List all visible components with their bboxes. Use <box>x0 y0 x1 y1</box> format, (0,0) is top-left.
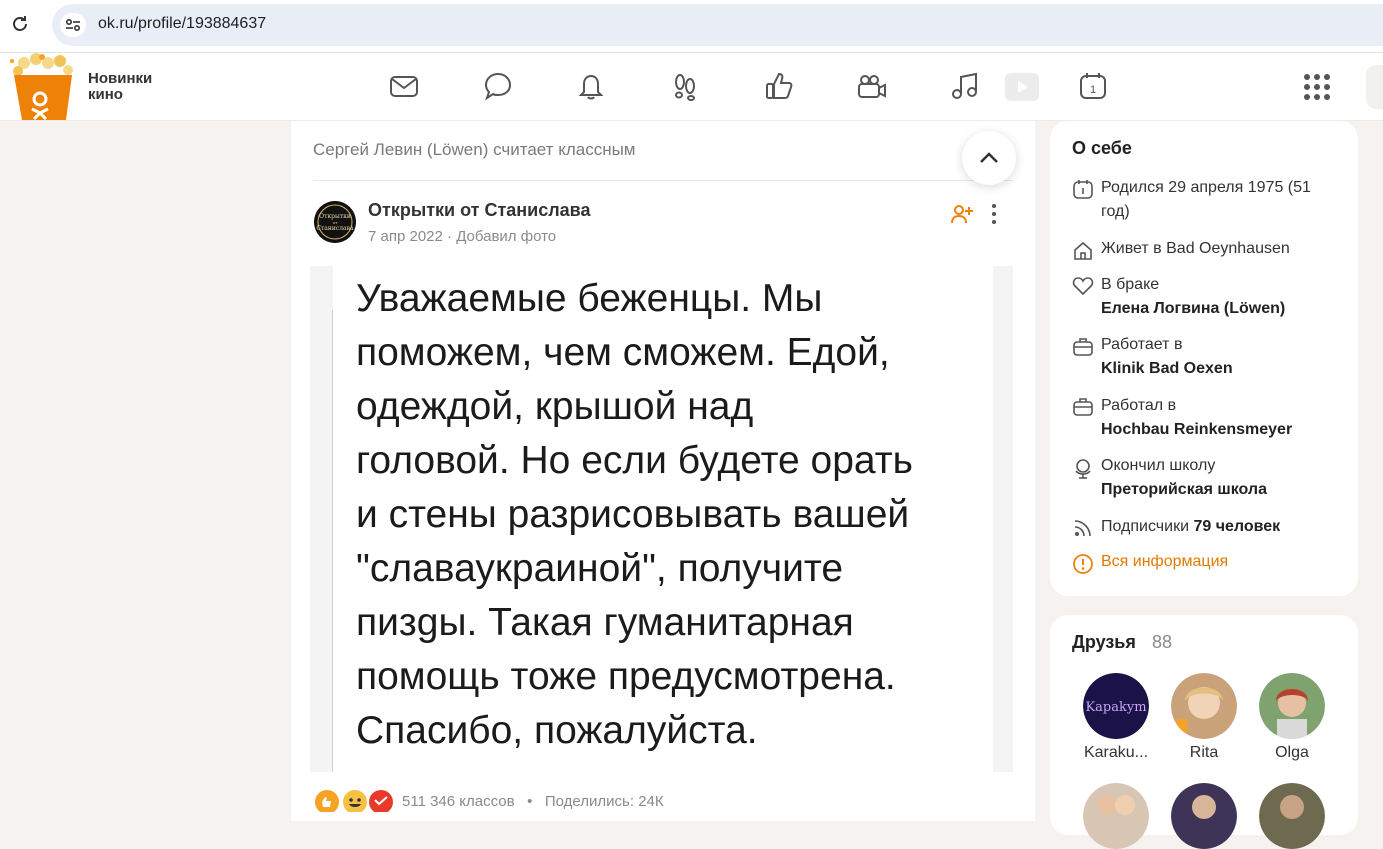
subscribers-label: Подписчики <box>1101 518 1190 535</box>
married-label: В браке <box>1101 276 1160 293</box>
rss-icon <box>1072 517 1094 539</box>
subscribers-count[interactable]: 79 человек <box>1193 518 1280 535</box>
about-married: В браке Елена Логвина (Löwen) <box>1101 273 1341 321</box>
rings-icon <box>1072 275 1094 297</box>
about-school: Окончил школу Преторийская школа <box>1101 454 1341 502</box>
friend-avatar[interactable] <box>1083 783 1149 849</box>
friend-name[interactable]: Rita <box>1159 744 1249 762</box>
feed-activity-header[interactable]: Сергей Левин (Löwen) считает классным <box>313 140 636 160</box>
site-settings-icon[interactable] <box>60 13 86 37</box>
about-title: О себе <box>1072 138 1132 158</box>
promo-line-2: кино <box>88 86 123 103</box>
worked-label: Работал в <box>1101 397 1177 414</box>
apps-grid-icon[interactable] <box>1303 73 1331 101</box>
add-friend-icon[interactable] <box>950 202 974 226</box>
bell-icon[interactable] <box>576 71 606 101</box>
reaction-stats: 511 346 классов • Поделились: 24К <box>402 793 664 810</box>
about-worked: Работал в Hochbau Reinkensmeyer <box>1101 394 1341 442</box>
group-avatar[interactable]: Открытки от Станислава <box>314 201 356 243</box>
calendar-icon[interactable]: 1 <box>1078 71 1108 101</box>
svg-text:Станислава: Станислава <box>316 225 354 232</box>
school-label: Окончил школу <box>1101 457 1216 474</box>
calendar-day-text: 1 <box>1090 84 1096 96</box>
thumbs-up-icon[interactable] <box>764 71 794 101</box>
about-subscribers[interactable]: Подписчики 79 человек <box>1101 515 1341 539</box>
friend-name[interactable]: Olga <box>1247 744 1337 762</box>
video-camera-icon[interactable] <box>857 71 887 101</box>
about-born: Родился 29 апреля 1975 (51 год) <box>1101 179 1311 220</box>
briefcase-icon <box>1072 336 1094 358</box>
profile-menu-button[interactable] <box>1366 65 1383 109</box>
post-date[interactable]: 7 апр 2022 <box>368 228 443 245</box>
svg-text:Открытки: Открытки <box>319 213 351 220</box>
all-info-link[interactable]: Вся информация <box>1101 550 1341 574</box>
home-icon <box>1072 240 1094 262</box>
shares-count[interactable]: Поделились: 24К <box>545 793 664 810</box>
works-place-link[interactable]: Klinik Bad Oexen <box>1101 357 1341 381</box>
more-options-icon[interactable] <box>984 202 1004 226</box>
post-action: Добавил фото <box>456 228 557 245</box>
quote-line <box>332 310 333 772</box>
friend-avatar[interactable] <box>1259 783 1325 849</box>
mail-icon[interactable] <box>389 71 419 101</box>
collapse-button[interactable] <box>962 131 1016 185</box>
chevron-up-icon <box>980 152 998 163</box>
music-icon[interactable] <box>950 71 980 101</box>
briefcase-icon <box>1072 396 1094 418</box>
friend-avatar[interactable] <box>1259 673 1325 739</box>
globe-icon <box>1072 457 1094 479</box>
spouse-link[interactable]: Елена Логвина (Löwen) <box>1101 297 1341 321</box>
footprints-icon[interactable] <box>670 71 700 101</box>
friend-name[interactable]: Karaku... <box>1071 744 1161 762</box>
school-link[interactable]: Преторийская школа <box>1101 478 1341 502</box>
stats-separator: • <box>527 793 533 810</box>
works-label: Работает в <box>1101 336 1183 353</box>
divider <box>313 180 1013 181</box>
friend-avatar-text: Kapakym <box>1085 700 1146 715</box>
group-name-link[interactable]: Открытки от Станислава <box>368 200 591 221</box>
calendar-icon <box>1072 178 1094 200</box>
ok-popcorn-logo-icon[interactable] <box>2 53 82 121</box>
reaction-icons[interactable] <box>313 788 393 814</box>
friends-title[interactable]: Друзья <box>1072 632 1136 653</box>
promo-line-1: Новинки <box>88 70 153 87</box>
likes-count[interactable]: 511 346 классов <box>402 793 515 810</box>
info-icon <box>1072 553 1094 575</box>
about-works: Работает в Klinik Bad Oexen <box>1101 333 1341 381</box>
friend-avatar[interactable] <box>1171 783 1237 849</box>
friends-count: 88 <box>1152 632 1173 652</box>
worked-place-link[interactable]: Hochbau Reinkensmeyer <box>1101 418 1341 442</box>
play-icon[interactable] <box>1005 73 1039 101</box>
chat-icon[interactable] <box>483 71 513 101</box>
post-photo-text: Уважаемые беженцы. Мы поможем, чем сможе… <box>356 277 913 752</box>
promo-movies-link[interactable]: Новинки кино <box>88 71 152 103</box>
reload-icon[interactable] <box>10 14 30 34</box>
post-meta: 7 апр 2022 · Добавил фото <box>368 228 556 245</box>
site-toolbar: Новинки кино 1 <box>0 53 1383 121</box>
friend-avatar[interactable] <box>1171 673 1237 739</box>
meta-separator: · <box>447 228 453 245</box>
about-lives: Живет в Bad Oeynhausen <box>1101 240 1290 257</box>
friend-avatar[interactable]: Kapakym <box>1083 673 1149 739</box>
url-text[interactable]: ok.ru/profile/193884637 <box>98 15 266 33</box>
